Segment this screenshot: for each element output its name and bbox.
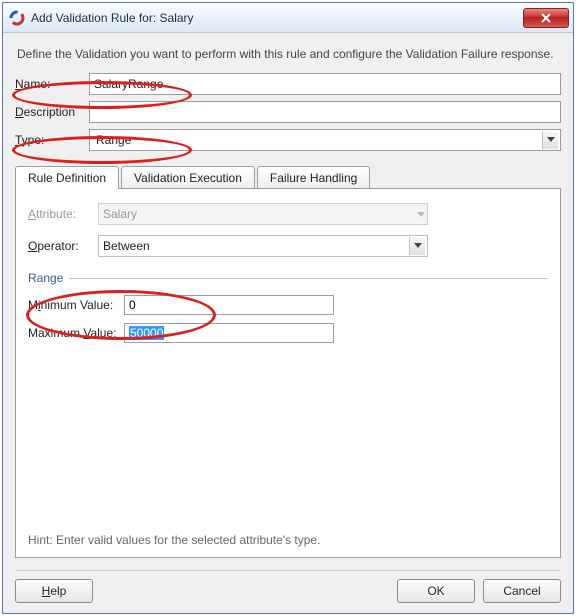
title-bar[interactable]: Add Validation Rule for: Salary <box>3 3 573 33</box>
chevron-down-icon <box>542 131 558 149</box>
attribute-row: Attribute: Salary <box>28 203 548 225</box>
cancel-button[interactable]: Cancel <box>483 579 561 603</box>
tab-failure-handling[interactable]: Failure Handling <box>257 166 370 189</box>
divider <box>69 278 548 279</box>
max-value-row: Maximum Value: 50000 <box>28 323 548 343</box>
name-input[interactable] <box>89 73 561 95</box>
name-row: Name: <box>15 73 561 95</box>
tab-panel-rule-definition: Attribute: Salary Operator: Between Rang… <box>15 188 561 558</box>
range-header-label: Range <box>28 271 63 285</box>
chevron-down-icon <box>417 207 425 221</box>
operator-label: Operator: <box>28 239 98 253</box>
max-value-label: Maximum Value: <box>28 326 124 340</box>
attribute-select: Salary <box>98 203 428 225</box>
attribute-label: Attribute: <box>28 207 98 221</box>
operator-row: Operator: Between <box>28 235 548 257</box>
hint-text: Hint: Enter valid values for the selecte… <box>28 533 320 547</box>
dialog-body: Define the Validation you want to perfor… <box>3 33 573 613</box>
button-bar: Help OK Cancel <box>15 570 561 603</box>
max-value-input[interactable]: 50000 <box>124 323 334 343</box>
ok-button[interactable]: OK <box>397 579 475 603</box>
tab-strip: Rule Definition Validation Execution Fai… <box>15 165 561 188</box>
attribute-value: Salary <box>103 207 137 221</box>
operator-value: Between <box>103 239 150 253</box>
description-input[interactable] <box>89 101 561 123</box>
operator-select[interactable]: Between <box>98 235 428 257</box>
tab-validation-execution[interactable]: Validation Execution <box>121 166 255 189</box>
type-value: Range <box>94 133 542 147</box>
description-row: Description <box>15 101 561 123</box>
name-label: Name: <box>15 77 89 91</box>
type-row: Type: Range <box>15 129 561 151</box>
close-button[interactable] <box>523 8 569 28</box>
min-value-input[interactable] <box>124 295 334 315</box>
chevron-down-icon <box>409 237 425 255</box>
help-button[interactable]: Help <box>15 579 93 603</box>
tab-rule-definition[interactable]: Rule Definition <box>15 166 119 189</box>
app-icon <box>9 10 25 26</box>
intro-text: Define the Validation you want to perfor… <box>17 47 559 61</box>
max-value-text: 50000 <box>129 326 164 340</box>
dialog-window: Add Validation Rule for: Salary Define t… <box>2 2 574 614</box>
min-value-row: Minimum Value: <box>28 295 548 315</box>
range-group-header: Range <box>28 271 548 285</box>
dialog-title: Add Validation Rule for: Salary <box>31 11 517 25</box>
type-label: Type: <box>15 133 89 147</box>
type-select[interactable]: Range <box>89 129 561 151</box>
min-value-label: Minimum Value: <box>28 298 124 312</box>
description-label: Description <box>15 105 89 119</box>
